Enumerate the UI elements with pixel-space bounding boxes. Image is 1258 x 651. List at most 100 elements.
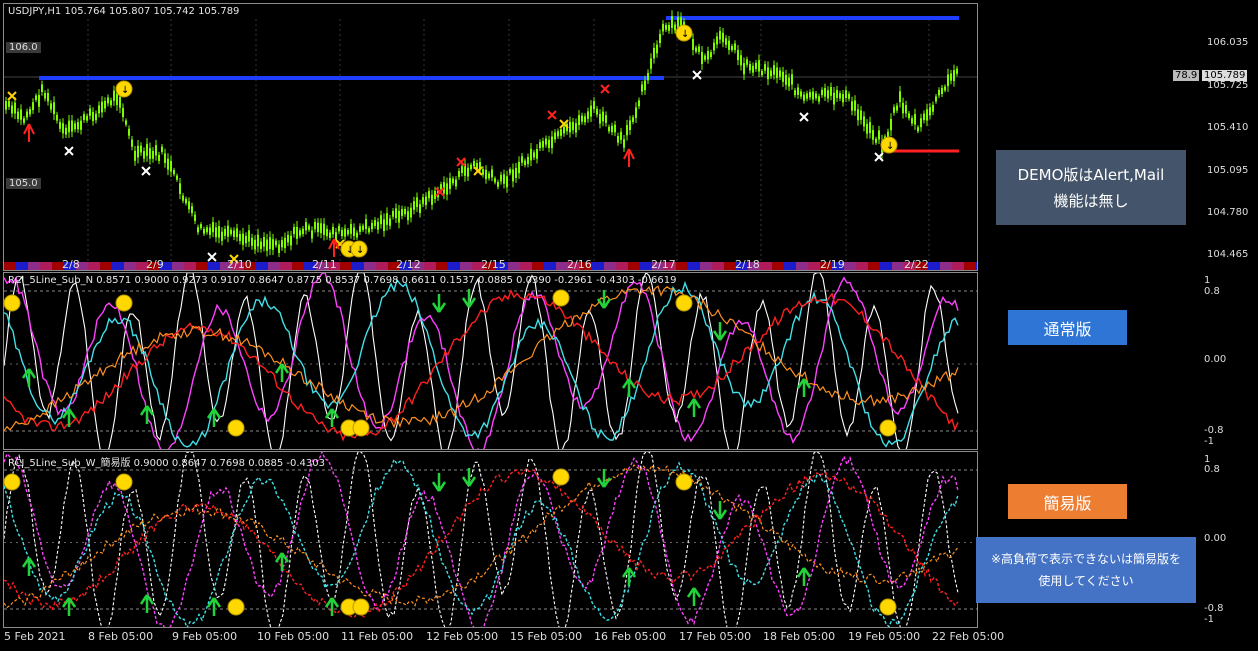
scale-label: -1 bbox=[1204, 436, 1214, 447]
candle-body bbox=[578, 115, 580, 126]
time-label: 18 Feb 05:00 bbox=[763, 630, 836, 643]
candle-body bbox=[800, 91, 802, 97]
candle-body bbox=[308, 225, 310, 230]
candle-body bbox=[869, 122, 871, 134]
candle-body bbox=[236, 228, 238, 238]
session-bar bbox=[676, 262, 688, 270]
candle-body bbox=[188, 201, 190, 210]
rci-line bbox=[4, 463, 959, 609]
candle-body bbox=[857, 109, 859, 121]
candle-body bbox=[29, 109, 31, 115]
candle-body bbox=[161, 146, 163, 152]
session-bar bbox=[856, 262, 868, 270]
candle-body bbox=[731, 45, 733, 51]
rci-simple-pane[interactable]: RCI_5Line_Sub_W_簡易版 0.9000 0.8647 0.7698… bbox=[3, 451, 978, 628]
candle-body bbox=[926, 109, 928, 121]
candle-body bbox=[263, 237, 265, 247]
coin-signal-icon bbox=[552, 468, 570, 486]
candle-body bbox=[491, 169, 493, 178]
rci-normal-pane[interactable]: RCI_5Line_Sub_N 0.8571 0.9000 0.9273 0.9… bbox=[3, 272, 978, 450]
candle-body bbox=[890, 118, 892, 131]
session-bar bbox=[784, 262, 796, 270]
candle-body bbox=[710, 52, 712, 58]
scale-label: -0.8 bbox=[1204, 603, 1224, 614]
session-bar bbox=[292, 262, 304, 270]
buy-arrow-icon bbox=[621, 378, 637, 397]
session-bar bbox=[532, 262, 544, 270]
session-bar bbox=[616, 262, 628, 270]
candle-body bbox=[248, 230, 250, 242]
candle-body bbox=[410, 207, 412, 218]
candle-body bbox=[701, 51, 703, 64]
rci-simple-canvas bbox=[4, 452, 977, 627]
candle-body bbox=[560, 129, 562, 136]
session-bar bbox=[700, 262, 712, 270]
candle-body bbox=[158, 154, 160, 162]
candle-body bbox=[227, 225, 229, 237]
candle-body bbox=[833, 92, 835, 105]
candle-body bbox=[170, 160, 172, 172]
candle-body bbox=[818, 96, 820, 102]
candle-body bbox=[404, 208, 406, 215]
signal-cross-icon bbox=[799, 112, 809, 122]
candle-body bbox=[827, 90, 829, 99]
candle-body bbox=[635, 107, 637, 118]
current-price-label: 105.789 bbox=[1202, 70, 1248, 81]
candle-body bbox=[440, 184, 442, 190]
candle-body bbox=[425, 196, 427, 206]
candle-body bbox=[554, 132, 556, 140]
demo-notice-box: DEMO版はAlert,Mail 機能は無し bbox=[996, 150, 1186, 225]
coin-signal-icon bbox=[675, 294, 693, 312]
candle-body bbox=[431, 194, 433, 205]
candle-body bbox=[779, 70, 781, 77]
price-chart-pane[interactable]: ↓ ↓ ↓ ↓ ↓ USDJPY,H1 105.764 105.807 105.742 … bbox=[3, 3, 978, 271]
coin-signal-icon bbox=[879, 598, 897, 616]
session-bar bbox=[4, 262, 16, 270]
candle-body bbox=[746, 59, 748, 65]
candle-body bbox=[644, 80, 646, 91]
candle-body bbox=[614, 124, 616, 133]
candle-body bbox=[155, 145, 157, 156]
time-label: 16 Feb 05:00 bbox=[594, 630, 667, 643]
session-bar bbox=[940, 262, 952, 270]
candle-body bbox=[623, 139, 625, 148]
coin-signal-icon bbox=[879, 419, 897, 437]
session-bar bbox=[460, 262, 472, 270]
session-bar bbox=[844, 262, 856, 270]
candle-body bbox=[647, 73, 649, 81]
session-bar bbox=[112, 262, 124, 270]
candle-body bbox=[620, 131, 622, 140]
candle-body bbox=[572, 122, 574, 131]
candle-body bbox=[182, 195, 184, 201]
candle-body bbox=[299, 230, 301, 236]
session-bar bbox=[760, 262, 772, 270]
candle-body bbox=[311, 230, 313, 239]
session-bar bbox=[172, 262, 184, 270]
buy-arrow-icon bbox=[796, 378, 812, 397]
session-bar bbox=[772, 262, 784, 270]
candle-body bbox=[512, 169, 514, 182]
candle-body bbox=[119, 96, 121, 108]
candle-body bbox=[650, 58, 652, 69]
day-label: 2/16 bbox=[567, 258, 592, 271]
candle-body bbox=[668, 24, 670, 31]
candle-body bbox=[338, 226, 340, 232]
candle-body bbox=[602, 111, 604, 122]
day-label: 2/10 bbox=[227, 258, 252, 271]
candle-body bbox=[596, 108, 598, 115]
coin-signal-icon bbox=[552, 289, 570, 307]
candle-body bbox=[734, 43, 736, 51]
day-label: 2/19 bbox=[820, 258, 845, 271]
time-label: 5 Feb 2021 bbox=[4, 630, 66, 643]
session-bar bbox=[340, 262, 352, 270]
buy-arrow-icon bbox=[139, 594, 155, 613]
candle-body bbox=[77, 122, 79, 130]
session-bar bbox=[796, 262, 808, 270]
candle-body bbox=[245, 235, 247, 244]
sell-arrow-icon bbox=[596, 469, 612, 488]
candle-body bbox=[608, 126, 610, 132]
candle-body bbox=[368, 228, 370, 233]
candle-body bbox=[740, 55, 742, 66]
scale-label: 0.8 bbox=[1204, 286, 1220, 297]
candle-body bbox=[671, 16, 673, 28]
